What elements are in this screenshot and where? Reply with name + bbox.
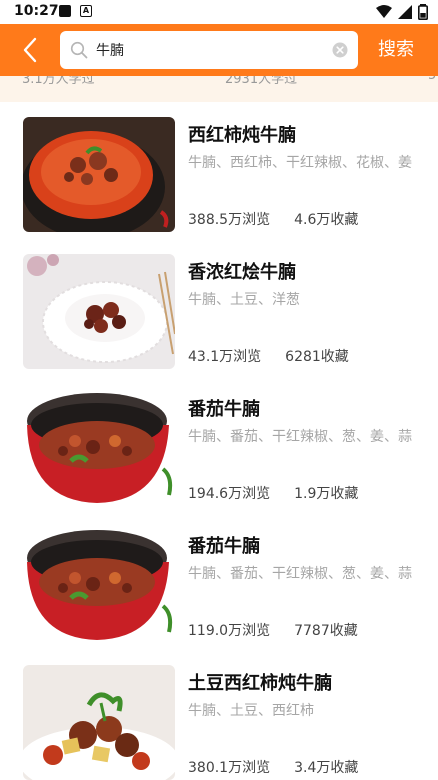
wifi-icon	[376, 5, 392, 18]
recipe-item[interactable]: 西红柿炖牛腩 牛腩、西红柿、干红辣椒、花椒、姜 388.5万浏览 4.6万收藏	[0, 102, 438, 239]
recipe-image	[23, 254, 175, 369]
recipe-image	[23, 665, 175, 780]
recipe-stats: 43.1万浏览 6281收藏	[188, 346, 349, 366]
signal-icon	[398, 5, 412, 19]
search-header: 搜索	[0, 24, 438, 76]
notification-badge-icon: A	[80, 5, 92, 17]
status-bar: 10:27 A	[0, 0, 438, 24]
recipe-item[interactable]: 土豆西红柿炖牛腩 牛腩、土豆、西红柿 380.1万浏览 3.4万收藏	[0, 650, 438, 780]
recipe-title: 番茄牛腩	[188, 399, 260, 420]
recipe-stats: 388.5万浏览 4.6万收藏	[188, 209, 358, 229]
search-button[interactable]: 搜索	[366, 24, 426, 76]
back-button[interactable]	[14, 34, 46, 66]
recipe-ingredients: 牛腩、土豆、洋葱	[188, 292, 300, 308]
strip-text: 5	[428, 76, 436, 83]
search-input[interactable]	[96, 31, 326, 69]
hidden-strip: 3.1万人学过 2931人学过 5	[0, 76, 438, 102]
favorite-count: 1.9万收藏	[294, 486, 359, 502]
status-icons	[376, 4, 428, 20]
recipe-item[interactable]: 番茄牛腩 牛腩、番茄、干红辣椒、葱、姜、蒜 119.0万浏览 7787收藏	[0, 513, 438, 650]
recipe-ingredients: 牛腩、西红柿、干红辣椒、花椒、姜	[188, 155, 412, 171]
recipe-ingredients: 牛腩、土豆、西红柿	[188, 703, 314, 719]
favorite-count: 6281收藏	[285, 349, 349, 365]
recipe-stats: 119.0万浏览 7787收藏	[188, 620, 358, 640]
strip-text: 2931人学过	[225, 76, 298, 87]
recipe-image	[23, 528, 175, 643]
favorite-count: 7787收藏	[294, 623, 358, 639]
notification-icon	[59, 5, 71, 17]
search-box	[60, 31, 358, 69]
favorite-count: 4.6万收藏	[294, 212, 359, 228]
recipe-ingredients: 牛腩、番茄、干红辣椒、葱、姜、蒜	[188, 566, 412, 582]
recipe-title: 西红柿炖牛腩	[188, 125, 296, 146]
favorite-count: 3.4万收藏	[294, 760, 359, 776]
recipe-title: 土豆西红柿炖牛腩	[188, 673, 332, 694]
status-time: 10:27	[14, 3, 59, 19]
recipe-list: 西红柿炖牛腩 牛腩、西红柿、干红辣椒、花椒、姜 388.5万浏览 4.6万收藏	[0, 102, 438, 780]
view-count: 43.1万浏览	[188, 349, 262, 365]
recipe-ingredients: 牛腩、番茄、干红辣椒、葱、姜、蒜	[188, 429, 412, 445]
recipe-item[interactable]: 香浓红烩牛腩 牛腩、土豆、洋葱 43.1万浏览 6281收藏	[0, 239, 438, 376]
strip-text: 3.1万人学过	[22, 76, 95, 87]
view-count: 194.6万浏览	[188, 486, 271, 502]
recipe-title: 香浓红烩牛腩	[188, 262, 296, 283]
view-count: 380.1万浏览	[188, 760, 271, 776]
recipe-image	[23, 117, 175, 232]
recipe-item[interactable]: 番茄牛腩 牛腩、番茄、干红辣椒、葱、姜、蒜 194.6万浏览 1.9万收藏	[0, 376, 438, 513]
search-icon	[70, 41, 88, 59]
view-count: 119.0万浏览	[188, 623, 271, 639]
chevron-left-icon	[23, 37, 37, 63]
recipe-title: 番茄牛腩	[188, 536, 260, 557]
recipe-stats: 194.6万浏览 1.9万收藏	[188, 483, 358, 503]
recipe-stats: 380.1万浏览 3.4万收藏	[188, 757, 358, 777]
view-count: 388.5万浏览	[188, 212, 271, 228]
clear-icon[interactable]	[332, 42, 348, 58]
battery-icon	[418, 4, 428, 20]
recipe-image	[23, 391, 175, 506]
